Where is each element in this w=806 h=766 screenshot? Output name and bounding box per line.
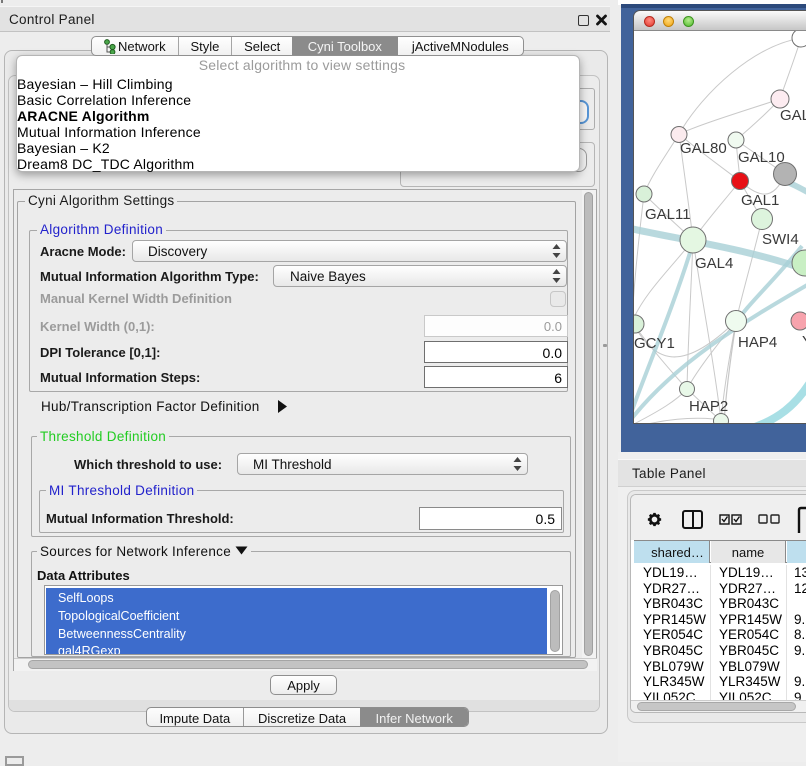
svg-text:GAL10: GAL10 — [738, 149, 785, 166]
svg-text:HAP2: HAP2 — [689, 398, 728, 415]
svg-text:Y: Y — [802, 333, 806, 350]
svg-text:HAP4: HAP4 — [738, 334, 777, 351]
svg-text:GCY1: GCY1 — [634, 335, 675, 352]
svg-text:GAL11: GAL11 — [645, 206, 691, 223]
svg-text:GAL7: GAL7 — [780, 107, 806, 124]
svg-text:GAL1: GAL1 — [741, 192, 779, 209]
svg-text:GAL4: GAL4 — [695, 255, 733, 272]
svg-text:GAL80: GAL80 — [680, 140, 727, 157]
svg-text:SWI4: SWI4 — [762, 231, 799, 248]
